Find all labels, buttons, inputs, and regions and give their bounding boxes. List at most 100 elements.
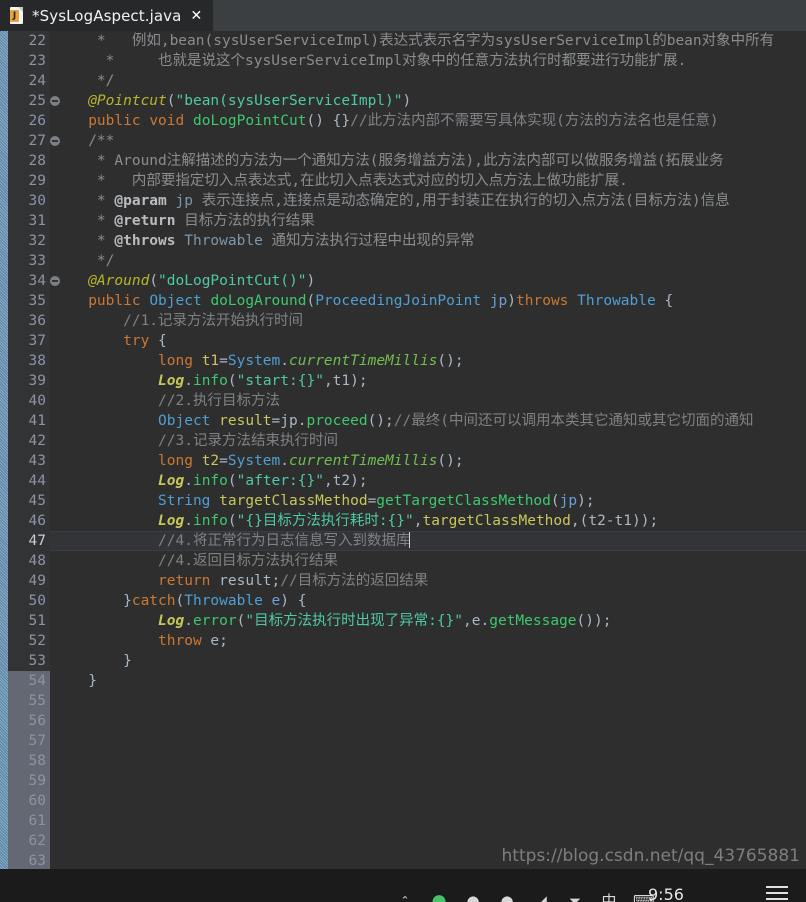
code-line[interactable]: 23 * 也就是说这个sysUserServiceImpl对象中的任意方法执行时… [0,51,806,71]
tim-icon[interactable]: ● [497,891,517,902]
code-line[interactable]: 52 throw e; [0,631,806,651]
line-number[interactable]: 50 [8,591,46,611]
line-number[interactable]: 26 [8,111,46,131]
line-number[interactable]: 44 [8,471,46,491]
ime-chinese-icon[interactable]: 中 [599,891,619,902]
line-number[interactable]: 62 [8,831,46,851]
fold-collapse-icon[interactable] [50,96,60,106]
editor-tab-syslogaspect[interactable]: J *SysLogAspect.java ✕ [0,0,214,31]
line-number[interactable]: 61 [8,811,46,831]
code-line[interactable]: 47 //4.将正常行为日志信息写入到数据库 [0,531,806,551]
line-number[interactable]: 41 [8,411,46,431]
line-number[interactable]: 58 [8,751,46,771]
line-number[interactable]: 53 [8,651,46,671]
line-number[interactable]: 46 [8,511,46,531]
code-line[interactable]: 24 */ [0,71,806,91]
line-number[interactable]: 40 [8,391,46,411]
qq-icon[interactable]: ● [463,891,483,902]
code-line[interactable]: 43 long t2=System.currentTimeMillis(); [0,451,806,471]
code-line[interactable]: 22 * 例如,bean(sysUserServiceImpl)表达式表示名字为… [0,31,806,51]
line-number[interactable]: 32 [8,231,46,251]
notification-center-icon[interactable] [766,886,788,900]
line-number[interactable]: 60 [8,791,46,811]
code-line[interactable]: 58 [0,751,806,771]
line-number[interactable]: 31 [8,211,46,231]
line-number[interactable]: 27 [8,131,46,151]
show-hidden-icons-caret[interactable]: ⌃ [395,891,415,902]
line-number[interactable]: 24 [8,71,46,91]
taskbar-clock[interactable]: 9:56 [648,885,684,902]
code-line[interactable]: 25 @Pointcut("bean(sysUserServiceImpl)") [0,91,806,111]
code-line[interactable]: 29 * 内部要指定切入点表达式,在此切入点表达式对应的切入点方法上做功能扩展. [0,171,806,191]
code-line[interactable]: 60 [0,791,806,811]
line-number[interactable]: 22 [8,31,46,51]
code-line[interactable]: 51 Log.error("目标方法执行时出现了异常:{}",e.getMess… [0,611,806,631]
code-line[interactable]: 31 * @return 目标方法的执行结果 [0,211,806,231]
code-line[interactable]: 55 [0,691,806,711]
line-number[interactable]: 63 [8,851,46,869]
code-line[interactable]: 32 * @throws Throwable 通知方法执行过程中出现的异常 [0,231,806,251]
code-line[interactable]: 37 try { [0,331,806,351]
windows-taskbar[interactable]: ⌃ ● ● ● ◢ ⏷ 中 ⌨ 9:56 [0,869,806,902]
line-number[interactable]: 38 [8,351,46,371]
code-line[interactable]: 42 //3.记录方法结束执行时间 [0,431,806,451]
tray-icons[interactable]: ⌃ ● ● ● ◢ ⏷ 中 ⌨ [395,869,654,902]
volume-icon[interactable]: ⏷ [565,891,585,902]
code-line[interactable]: 45 String targetClassMethod=getTargetCla… [0,491,806,511]
code-line[interactable]: 41 Object result=jp.proceed();//最终(中间还可以… [0,411,806,431]
line-number[interactable]: 54 [8,671,46,691]
line-number[interactable]: 28 [8,151,46,171]
line-number[interactable]: 23 [8,51,46,71]
code-line[interactable]: 62 [0,831,806,851]
code-line[interactable]: 53 } [0,651,806,671]
line-number[interactable]: 42 [8,431,46,451]
code-line[interactable]: 48 //4.返回目标方法执行结果 [0,551,806,571]
line-number[interactable]: 49 [8,571,46,591]
wechat-icon[interactable]: ● [429,891,449,902]
line-number[interactable]: 48 [8,551,46,571]
code-line[interactable]: 35 public Object doLogAround(ProceedingJ… [0,291,806,311]
code-line[interactable]: 30 * @param jp 表示连接点,连接点是动态确定的,用于封装正在执行的… [0,191,806,211]
line-number[interactable]: 25 [8,91,46,111]
code-line[interactable]: 56 [0,711,806,731]
line-number[interactable]: 43 [8,451,46,471]
line-number[interactable]: 35 [8,291,46,311]
code-line[interactable]: 33 */ [0,251,806,271]
line-number[interactable]: 30 [8,191,46,211]
line-number[interactable]: 57 [8,731,46,751]
code-line[interactable]: 38 long t1=System.currentTimeMillis(); [0,351,806,371]
line-number[interactable]: 33 [8,251,46,271]
code-line[interactable]: 44 Log.info("after:{}",t2); [0,471,806,491]
line-number[interactable]: 59 [8,771,46,791]
code-editor[interactable]: 22 * 例如,bean(sysUserServiceImpl)表达式表示名字为… [0,31,806,869]
line-number[interactable]: 37 [8,331,46,351]
line-number[interactable]: 34 [8,271,46,291]
line-number[interactable]: 45 [8,491,46,511]
line-number[interactable]: 52 [8,631,46,651]
code-line[interactable]: 34 @Around("doLogPointCut()") [0,271,806,291]
code-line[interactable]: 27 /** [0,131,806,151]
line-number[interactable]: 51 [8,611,46,631]
code-line[interactable]: 26 public void doLogPointCut() {}//此方法内部… [0,111,806,131]
code-line[interactable]: 63 [0,851,806,869]
line-number[interactable]: 29 [8,171,46,191]
code-line[interactable]: 46 Log.info("{}目标方法执行耗时:{}",targetClassM… [0,511,806,531]
code-line[interactable]: 49 return result;//目标方法的返回结果 [0,571,806,591]
fold-collapse-icon[interactable] [50,276,60,286]
code-line[interactable]: 57 [0,731,806,751]
fold-collapse-icon[interactable] [50,136,60,146]
code-line[interactable]: 54 } [0,671,806,691]
close-icon[interactable]: ✕ [190,8,202,24]
line-number[interactable]: 39 [8,371,46,391]
network-icon[interactable]: ◢ [531,891,551,902]
line-number[interactable]: 47 [8,531,46,551]
code-line[interactable]: 36 //1.记录方法开始执行时间 [0,311,806,331]
line-number[interactable]: 55 [8,691,46,711]
line-number[interactable]: 56 [8,711,46,731]
code-line[interactable]: 40 //2.执行目标方法 [0,391,806,411]
code-line[interactable]: 39 Log.info("start:{}",t1); [0,371,806,391]
code-line[interactable]: 50 }catch(Throwable e) { [0,591,806,611]
line-number[interactable]: 36 [8,311,46,331]
code-line[interactable]: 28 * Around注解描述的方法为一个通知方法(服务增益方法),此方法内部可… [0,151,806,171]
code-line[interactable]: 59 [0,771,806,791]
